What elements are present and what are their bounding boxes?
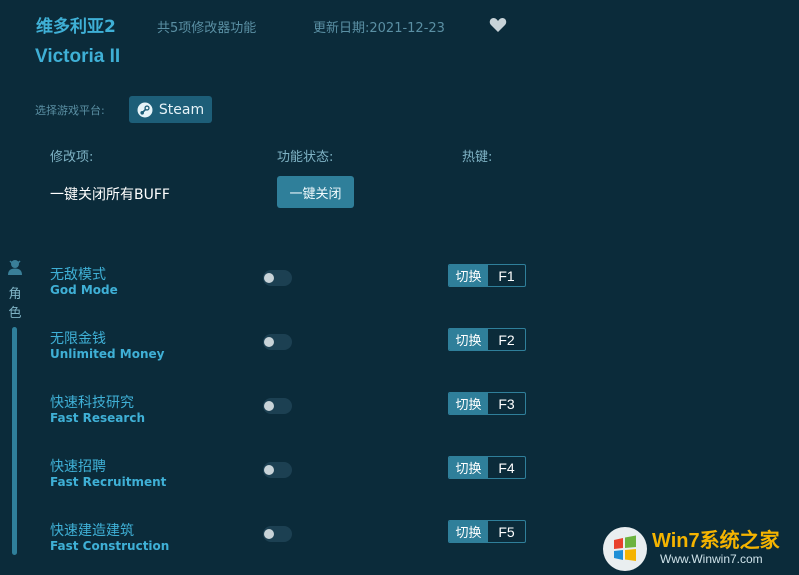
toggle-knob [264,465,274,475]
toggle-knob [264,273,274,283]
cheat-name-en: Fast Research [50,411,145,425]
watermark-url: Www.Winwin7.com [660,552,763,566]
toggle-knob [264,401,274,411]
cheat-name-en: Fast Construction [50,539,170,553]
steam-icon [137,102,153,117]
close-all-buff-label: 一键关闭所有BUFF [50,187,170,203]
cheat-row: 快速科技研究 Fast Research 切换 F3 [0,392,799,436]
update-date: 更新日期:2021-12-23 [313,21,445,36]
watermark: Win7系统之家 Www.Winwin7.com [598,520,799,575]
cheat-name-en: God Mode [50,283,118,297]
cheat-row: 无敌模式 God Mode 切换 F1 [0,264,799,308]
cheat-name-en: Fast Recruitment [50,475,167,489]
cheat-toggle[interactable] [263,334,292,350]
hotkey-key: F4 [498,459,515,476]
cheat-name-cn: 快速建造建筑 [50,523,134,539]
platform-label: 选择游戏平台: [35,104,105,117]
steam-label: Steam [158,101,205,118]
hotkey-key: F2 [498,331,515,348]
cheat-row: 无限金钱 Unlimited Money 切换 F2 [0,328,799,372]
hotkey-button[interactable]: 切换 F1 [448,264,526,287]
windows-logo-icon [603,527,647,571]
hotkey-action: 切换 [449,521,488,542]
hotkey-key: F1 [498,267,515,284]
cheat-toggle[interactable] [263,526,292,542]
hotkey-button[interactable]: 切换 F3 [448,392,526,415]
hotkey-button[interactable]: 切换 F2 [448,328,526,351]
hotkey-action: 切换 [449,265,488,286]
cheat-name-cn: 快速科技研究 [50,395,134,411]
cheat-name-en: Unlimited Money [50,347,165,361]
cheat-toggle[interactable] [263,398,292,414]
hotkey-key: F3 [498,395,515,412]
feature-count: 共5项修改器功能 [157,21,257,36]
hotkey-button[interactable]: 切换 F5 [448,520,526,543]
cheat-name-cn: 无限金钱 [50,331,106,347]
toggle-knob [264,529,274,539]
column-header-hotkey: 热键: [462,150,493,165]
hotkey-button[interactable]: 切换 F4 [448,456,526,479]
cheat-row: 快速招聘 Fast Recruitment 切换 F4 [0,456,799,500]
game-title-cn: 维多利亚2 [36,17,116,37]
hotkey-action: 切换 [449,393,488,414]
steam-platform-button[interactable]: Steam [129,96,212,123]
close-all-button[interactable]: 一键关闭 [277,176,354,208]
cheat-toggle[interactable] [263,462,292,478]
cheat-name-cn: 无敌模式 [50,267,106,283]
hotkey-action: 切换 [449,457,488,478]
game-title-en: Victoria II [35,46,121,67]
toggle-knob [264,337,274,347]
hotkey-key: F5 [498,523,515,540]
heart-icon[interactable] [488,15,508,35]
cheat-name-cn: 快速招聘 [50,459,106,475]
column-header-state: 功能状态: [277,150,334,165]
cheat-toggle[interactable] [263,270,292,286]
hotkey-action: 切换 [449,329,488,350]
column-header-name: 修改项: [50,150,94,165]
watermark-brand: Win7系统之家 [652,530,780,552]
